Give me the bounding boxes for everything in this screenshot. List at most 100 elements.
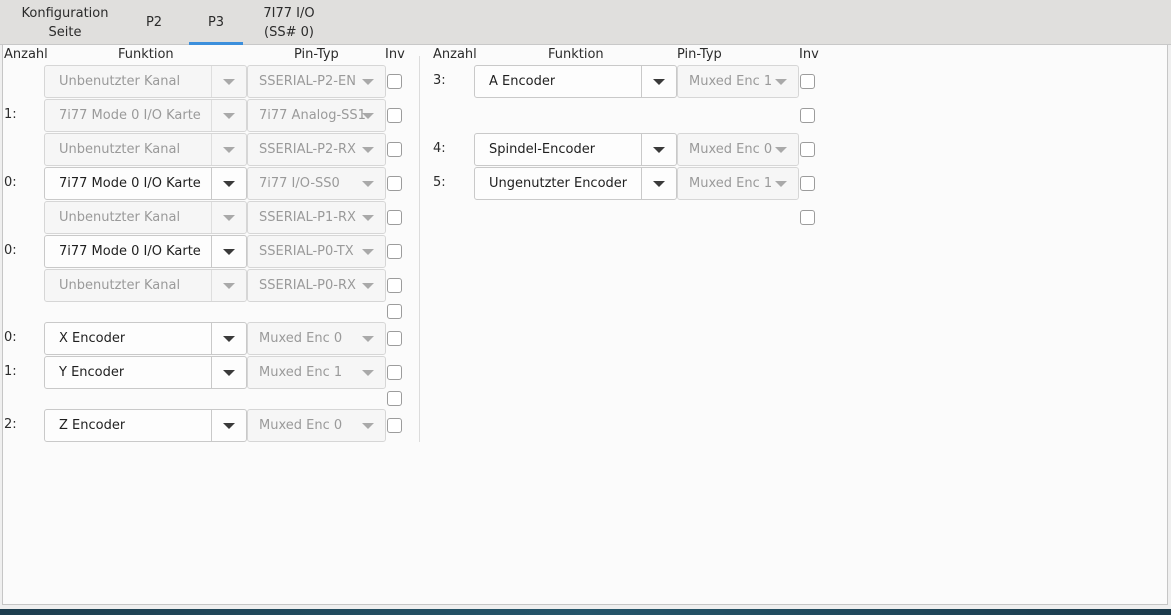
chevron-down-icon <box>362 283 374 289</box>
dropdown-button[interactable] <box>211 134 246 165</box>
inv-checkbox[interactable] <box>800 142 815 157</box>
anzahl-number: 0: <box>4 243 17 258</box>
dropdown-button[interactable] <box>641 168 676 199</box>
inv-checkbox[interactable] <box>800 74 815 89</box>
funktion-value: Z Encoder <box>59 418 126 433</box>
pin-typ-select[interactable]: SSERIAL-P1-RX <box>247 201 386 234</box>
anzahl-number: 4: <box>433 141 446 156</box>
inv-checkbox[interactable] <box>387 74 402 89</box>
anzahl-number: 0: <box>4 175 17 190</box>
inv-checkbox[interactable] <box>387 304 402 319</box>
dropdown-button[interactable] <box>211 236 246 267</box>
chevron-down-icon <box>362 370 374 376</box>
header-inv: Inv <box>385 47 405 62</box>
inv-checkbox[interactable] <box>387 278 402 293</box>
chevron-down-icon <box>223 369 235 376</box>
pin-typ-select[interactable]: 7i77 Analog-SS1 <box>247 99 386 132</box>
tab-p3[interactable]: P3 <box>189 0 243 45</box>
inv-checkbox[interactable] <box>387 142 402 157</box>
tab-label: P2 <box>145 15 163 30</box>
funktion-select[interactable]: Z Encoder <box>44 409 247 442</box>
pin-typ-value: Muxed Enc 1 <box>259 365 343 380</box>
chevron-down-icon <box>223 146 235 153</box>
anzahl-number: 5: <box>433 175 446 190</box>
pin-typ-value: Muxed Enc 0 <box>259 418 343 433</box>
dropdown-button[interactable] <box>211 410 246 441</box>
pin-typ-select[interactable]: Muxed Enc 0 <box>677 133 799 166</box>
tab-p2[interactable]: P2 <box>128 0 180 45</box>
inv-checkbox[interactable] <box>387 365 402 380</box>
inv-checkbox[interactable] <box>800 176 815 191</box>
chevron-down-icon <box>775 181 787 187</box>
inv-checkbox[interactable] <box>387 108 402 123</box>
pin-typ-value: SSERIAL-P2-RX <box>259 142 356 157</box>
inv-checkbox[interactable] <box>387 391 402 406</box>
header-funktion: Funktion <box>118 47 174 62</box>
funktion-select[interactable]: 7i77 Mode 0 I/O Karte <box>44 99 247 132</box>
header-inv: Inv <box>799 47 819 62</box>
chevron-down-icon <box>362 336 374 342</box>
pin-typ-value: Muxed Enc 1 <box>689 74 773 89</box>
column-divider <box>419 56 420 442</box>
funktion-select[interactable]: Ungenutzter Encoder <box>474 167 677 200</box>
pin-typ-select[interactable]: SSERIAL-P0-RX <box>247 269 386 302</box>
pin-typ-select[interactable]: Muxed Enc 0 <box>247 322 386 355</box>
header-pin-typ: Pin-Typ <box>677 47 722 62</box>
funktion-select[interactable]: Y Encoder <box>44 356 247 389</box>
pin-typ-select[interactable]: SSERIAL-P0-TX <box>247 235 386 268</box>
chevron-down-icon <box>362 79 374 85</box>
pin-typ-select[interactable]: 7i77 I/O-SS0 <box>247 167 386 200</box>
funktion-select[interactable]: 7i77 Mode 0 I/O Karte <box>44 167 247 200</box>
funktion-value: Unbenutzter Kanal <box>59 74 181 89</box>
dropdown-button[interactable] <box>211 270 246 301</box>
dropdown-button[interactable] <box>641 134 676 165</box>
tab-bar: Konfiguration Seite P2 P3 7I77 I/O (SS# 0) <box>0 0 1171 45</box>
pin-typ-value: 7i77 I/O-SS0 <box>259 176 340 191</box>
funktion-select[interactable]: Unbenutzter Kanal <box>44 133 247 166</box>
funktion-select[interactable]: Spindel-Encoder <box>474 133 677 166</box>
chevron-down-icon <box>223 282 235 289</box>
anzahl-number: 1: <box>4 364 17 379</box>
inv-checkbox[interactable] <box>387 210 402 225</box>
dropdown-button[interactable] <box>211 168 246 199</box>
pin-typ-select[interactable]: SSERIAL-P2-RX <box>247 133 386 166</box>
pin-typ-select[interactable]: Muxed Enc 1 <box>677 65 799 98</box>
inv-checkbox[interactable] <box>387 244 402 259</box>
funktion-select[interactable]: Unbenutzter Kanal <box>44 201 247 234</box>
inv-checkbox[interactable] <box>387 331 402 346</box>
pin-typ-select[interactable]: SSERIAL-P2-EN <box>247 65 386 98</box>
anzahl-number: 2: <box>4 417 17 432</box>
pin-typ-value: SSERIAL-P2-EN <box>259 74 356 89</box>
funktion-select[interactable]: Unbenutzter Kanal <box>44 65 247 98</box>
dropdown-button[interactable] <box>211 66 246 97</box>
funktion-select[interactable]: X Encoder <box>44 322 247 355</box>
funktion-value: Unbenutzter Kanal <box>59 210 181 225</box>
chevron-down-icon <box>223 248 235 255</box>
inv-checkbox[interactable] <box>387 418 402 433</box>
funktion-value: X Encoder <box>59 331 126 346</box>
tab-konfiguration-seite[interactable]: Konfiguration Seite <box>10 0 120 45</box>
funktion-select[interactable]: 7i77 Mode 0 I/O Karte <box>44 235 247 268</box>
anzahl-number: 0: <box>4 330 17 345</box>
pin-typ-select[interactable]: Muxed Enc 1 <box>677 167 799 200</box>
chevron-down-icon <box>653 146 665 153</box>
pin-typ-select[interactable]: Muxed Enc 1 <box>247 356 386 389</box>
inv-checkbox[interactable] <box>387 176 402 191</box>
header-anzahl: Anzahl <box>433 47 477 62</box>
chevron-down-icon <box>653 78 665 85</box>
pin-typ-select[interactable]: Muxed Enc 0 <box>247 409 386 442</box>
funktion-value: Y Encoder <box>59 365 125 380</box>
chevron-down-icon <box>223 78 235 85</box>
funktion-select[interactable]: Unbenutzter Kanal <box>44 269 247 302</box>
dropdown-button[interactable] <box>641 66 676 97</box>
dropdown-button[interactable] <box>211 100 246 131</box>
dropdown-button[interactable] <box>211 357 246 388</box>
dropdown-button[interactable] <box>211 202 246 233</box>
anzahl-number: 3: <box>433 73 446 88</box>
funktion-select[interactable]: A Encoder <box>474 65 677 98</box>
chevron-down-icon <box>775 147 787 153</box>
inv-checkbox[interactable] <box>800 108 815 123</box>
inv-checkbox[interactable] <box>800 210 815 225</box>
tab-7i77-io[interactable]: 7I77 I/O (SS# 0) <box>250 0 328 45</box>
dropdown-button[interactable] <box>211 323 246 354</box>
